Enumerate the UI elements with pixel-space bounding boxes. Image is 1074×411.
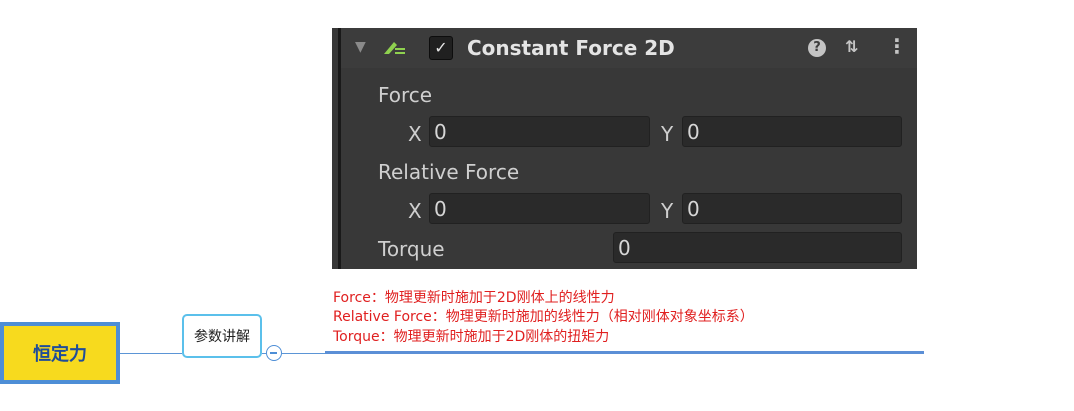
help-icon[interactable]: ?	[808, 39, 826, 57]
description-force: Force：物理更新时施加于2D刚体上的线性力	[333, 290, 615, 306]
relative-force-label: Relative Force	[378, 160, 520, 184]
relative-force-x-field[interactable]: 0	[429, 193, 650, 224]
connector-line	[120, 353, 182, 354]
component-title: Constant Force 2D	[467, 36, 675, 60]
relative-force-y-field[interactable]: 0	[682, 193, 902, 224]
subtopic-node[interactable]: 参数讲解	[182, 314, 262, 358]
connector-line	[282, 353, 325, 354]
relative-force-y-label[interactable]: Y	[661, 199, 673, 223]
description-relative-force: Relative Force：物理更新时施加的线性力（相对刚体对象坐标系）	[333, 309, 754, 325]
force-y-label[interactable]: Y	[661, 122, 673, 146]
kebab-menu-icon[interactable]: ⋮	[887, 34, 907, 58]
constant-force-icon	[384, 42, 405, 54]
force-y-field[interactable]: 0	[682, 116, 902, 147]
branch-underline	[325, 351, 924, 354]
main-topic-label: 恒定力	[4, 326, 116, 380]
force-x-field[interactable]: 0	[429, 116, 650, 147]
force-label: Force	[378, 83, 433, 107]
enabled-checkbox[interactable]: ✓	[429, 36, 453, 60]
presets-icon[interactable]: ⇅	[845, 37, 858, 56]
fold-arrow-icon[interactable]: ▼	[355, 39, 366, 55]
inspector-panel: ▼ ✓ Constant Force 2D ? ⇅ ⋮ Force X 0 Y …	[332, 28, 917, 269]
collapse-toggle-icon[interactable]	[266, 345, 282, 361]
component-header[interactable]: ▼ ✓ Constant Force 2D ? ⇅ ⋮	[341, 28, 917, 68]
torque-field[interactable]: 0	[613, 232, 902, 263]
description-torque: Torque：物理更新时施加于2D刚体的扭矩力	[333, 329, 610, 345]
main-topic-node[interactable]: 恒定力	[0, 322, 120, 384]
relative-force-x-label[interactable]: X	[408, 199, 422, 223]
torque-label: Torque	[378, 237, 445, 261]
force-x-label[interactable]: X	[408, 122, 422, 146]
